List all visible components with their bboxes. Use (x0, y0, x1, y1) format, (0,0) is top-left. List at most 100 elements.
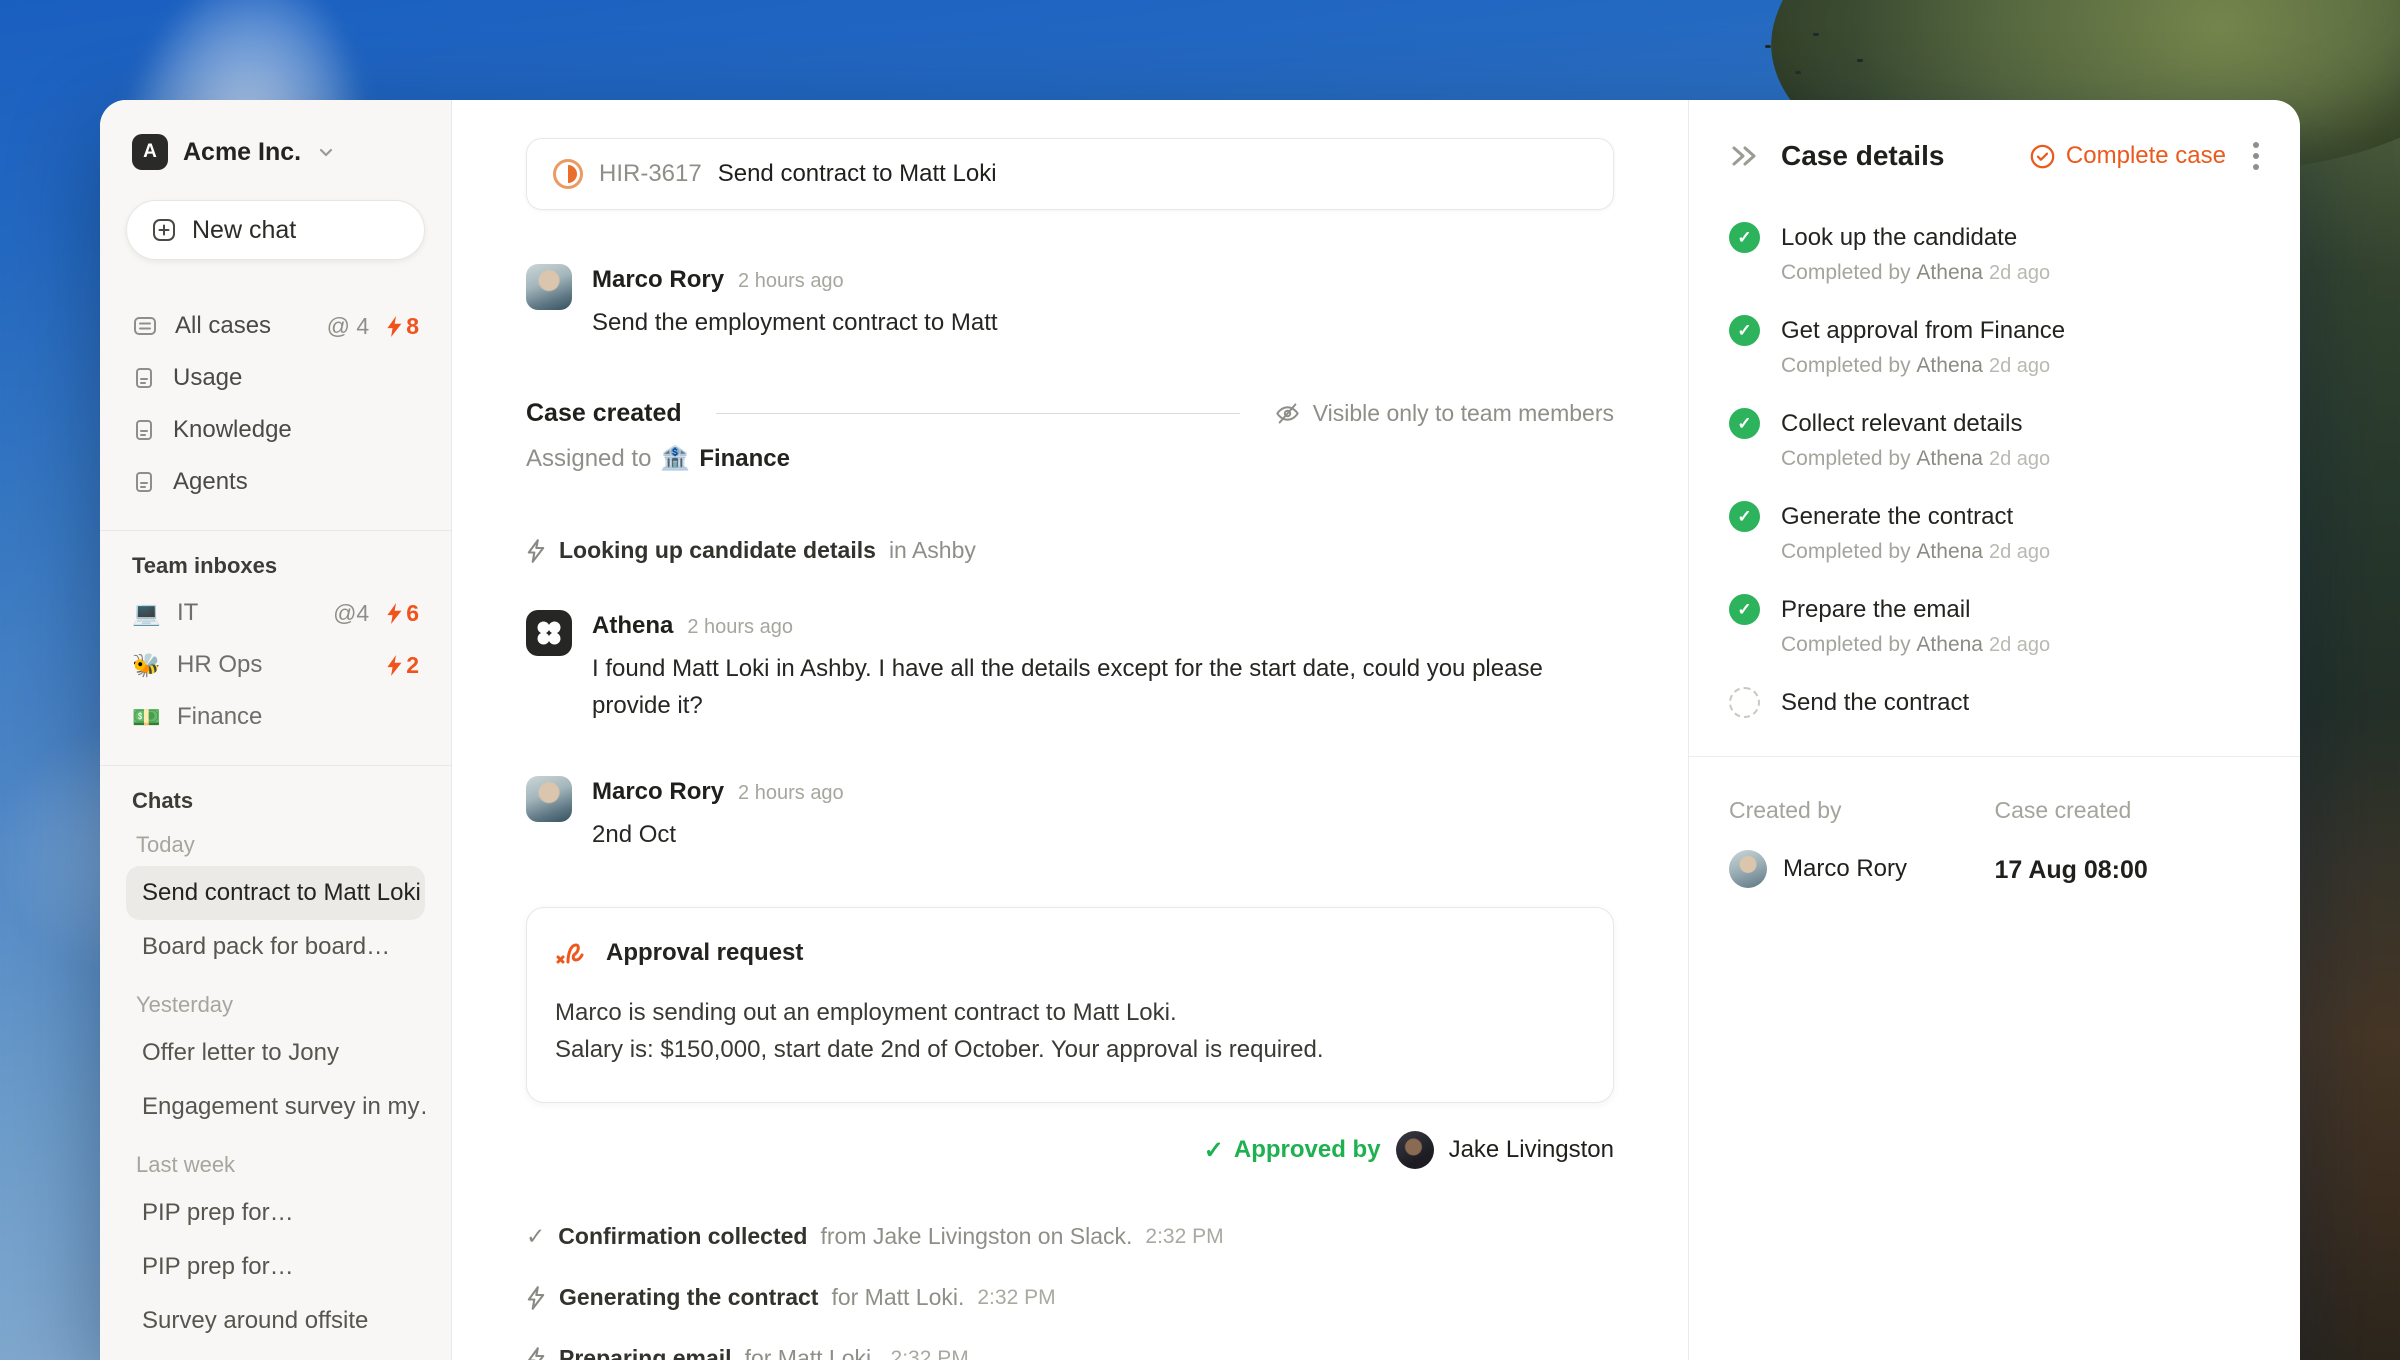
case-details-panel: Case details Complete case ✓ Look up the… (1688, 100, 2300, 1360)
plus-square-icon (151, 217, 177, 243)
task-item: ✓ Collect relevant details Completed by … (1729, 408, 2260, 471)
chat-main: HIR-3617 Send contract to Matt Loki Marc… (452, 100, 1688, 1360)
created-by-label: Created by (1729, 797, 1842, 823)
bolt-outline-icon (526, 538, 546, 563)
bolt-badge: 6 (386, 600, 419, 627)
check-icon: ✓ (1203, 1136, 1224, 1164)
task-done-icon: ✓ (1729, 501, 1760, 532)
avatar (1395, 1131, 1434, 1169)
case-header: HIR-3617 Send contract to Matt Loki (526, 138, 1614, 210)
task-item: ✓ Get approval from Finance Completed by… (1729, 315, 2260, 378)
app-window: A Acme Inc. New chat All cases @ 4 8 Usa… (100, 100, 2300, 1360)
sidebar-item-agents[interactable]: Agents (126, 456, 425, 508)
task-title: Send the contract (1781, 688, 1970, 716)
sidebar-item-label: Agents (173, 468, 248, 495)
sidebar-item-label: Usage (173, 364, 243, 391)
circle-check-icon (2030, 144, 2055, 168)
kebab-menu-icon[interactable] (2252, 140, 2260, 172)
timeline-detail: from Jake Livingston on Slack. (820, 1223, 1133, 1249)
bolt-badge: 2 (386, 652, 419, 679)
visibility-note: Visible only to team members (1274, 400, 1614, 427)
chat-item-send-contract[interactable]: Send contract to Matt Loki (126, 866, 425, 920)
bolt-outline-icon (526, 1285, 546, 1310)
approval-line: Marco is sending out an employment contr… (555, 999, 1177, 1026)
case-created-divider: Case created Visible only to team member… (526, 399, 1614, 428)
message: Marco Rory 2 hours ago Send the employme… (526, 264, 1614, 341)
message-author: Marco Rory (592, 266, 725, 293)
sidebar-nav: All cases @ 4 8 Usage Knowledge Agents (126, 300, 425, 508)
task-item: ✓ Look up the candidate Completed by Ath… (1729, 222, 2260, 285)
sidebar-item-knowledge[interactable]: Knowledge (126, 404, 425, 456)
new-chat-button[interactable]: New chat (126, 200, 425, 260)
chevron-down-icon (316, 142, 336, 162)
case-created-date: 17 Aug 08:00 (1994, 856, 2148, 884)
inbox-item-hr-ops[interactable]: 🐝 HR Ops 2 (126, 639, 425, 691)
task-title: Prepare the email (1781, 595, 1971, 623)
document-icon (132, 418, 156, 442)
assignee-name: Finance (699, 444, 791, 472)
message-author: Athena (592, 612, 674, 639)
chat-group-label: Today (136, 832, 195, 857)
activity-title: Looking up candidate details (559, 537, 876, 563)
bank-icon: 🏦 (660, 445, 691, 472)
inbox-item-finance[interactable]: 💵 Finance (126, 691, 425, 743)
case-created-title: Case created (526, 399, 682, 427)
task-title: Get approval from Finance (1781, 316, 2066, 344)
inbox-label: Finance (177, 703, 263, 730)
task-title: Collect relevant details (1781, 409, 2023, 437)
chat-item-board-pack[interactable]: Board pack for board… (126, 920, 425, 974)
chat-item-feedback-managers[interactable]: Feedback for managers (126, 1348, 425, 1360)
bolt-icon (387, 654, 402, 676)
new-chat-label: New chat (192, 215, 297, 244)
avatar (526, 264, 572, 310)
bolt-icon (387, 315, 402, 337)
panel-title: Case details (1781, 140, 1945, 171)
timeline-row: ✓ Confirmation collected from Jake Livin… (526, 1223, 1614, 1250)
chats-title: Chats (132, 788, 194, 813)
workspace-name: Acme Inc. (183, 137, 302, 166)
task-item: ✓ Prepare the email Completed by Athena 2… (1729, 594, 2260, 657)
case-id: HIR-3617 (599, 160, 702, 187)
divider (100, 530, 451, 531)
chat-group-label: Yesterday (136, 992, 234, 1017)
task-title: Look up the candidate (1781, 223, 2018, 251)
complete-case-button[interactable]: Complete case (2029, 142, 2226, 170)
inbox-item-it[interactable]: 💻 IT @4 6 (126, 587, 425, 639)
document-icon (132, 470, 156, 494)
chat-item-survey-offsite[interactable]: Survey around offsite (126, 1294, 425, 1348)
chat-item-engagement-survey[interactable]: Engagement survey in my… (126, 1080, 425, 1134)
case-created-label: Case created (1994, 797, 2132, 823)
message: Athena 2 hours ago I found Matt Loki in … (526, 610, 1614, 724)
collapse-panel-icon[interactable] (1729, 143, 1759, 169)
task-title: Generate the contract (1781, 502, 2014, 530)
background-birds (1765, 45, 1771, 48)
sidebar: A Acme Inc. New chat All cases @ 4 8 Usa… (100, 100, 452, 1360)
sidebar-item-usage[interactable]: Usage (126, 352, 425, 404)
approval-title: Approval request (606, 939, 804, 966)
chat-item-pip-prep-1[interactable]: PIP prep for… (126, 1186, 425, 1240)
sidebar-item-label: All cases (175, 312, 272, 339)
timeline-detail: for Matt Loki. (744, 1345, 878, 1360)
mention-badge: @ 4 (326, 312, 370, 339)
workspace-switcher[interactable]: A Acme Inc. (126, 134, 425, 170)
message-text: Send the employment contract to Matt (592, 309, 998, 336)
chat-item-pip-prep-2[interactable]: PIP prep for… (126, 1240, 425, 1294)
bolt-outline-icon (526, 1346, 546, 1360)
sidebar-item-all-cases[interactable]: All cases @ 4 8 (126, 300, 425, 352)
timeline-title: Preparing email (559, 1345, 732, 1360)
task-item: Send the contract (1729, 687, 2260, 718)
list-icon (132, 313, 158, 339)
chat-item-offer-letter[interactable]: Offer letter to Jony (126, 1026, 425, 1080)
bee-icon: 🐝 (132, 651, 161, 678)
timeline-row: Generating the contract for Matt Loki. 2… (526, 1284, 1614, 1311)
timeline-title: Generating the contract (559, 1284, 819, 1310)
money-icon: 💵 (132, 703, 161, 730)
bolt-badge: 8 (386, 313, 419, 340)
divider (100, 765, 451, 766)
approved-by-label: ✓ Approved by (1203, 1136, 1381, 1164)
approval-line: Salary is: $150,000, start date 2nd of O… (555, 1036, 1324, 1063)
message-time: 2 hours ago (738, 270, 844, 292)
assigned-row: Assigned to 🏦 Finance (526, 444, 791, 473)
inbox-label: HR Ops (177, 651, 263, 678)
activity-detail: in Ashby (888, 537, 976, 563)
